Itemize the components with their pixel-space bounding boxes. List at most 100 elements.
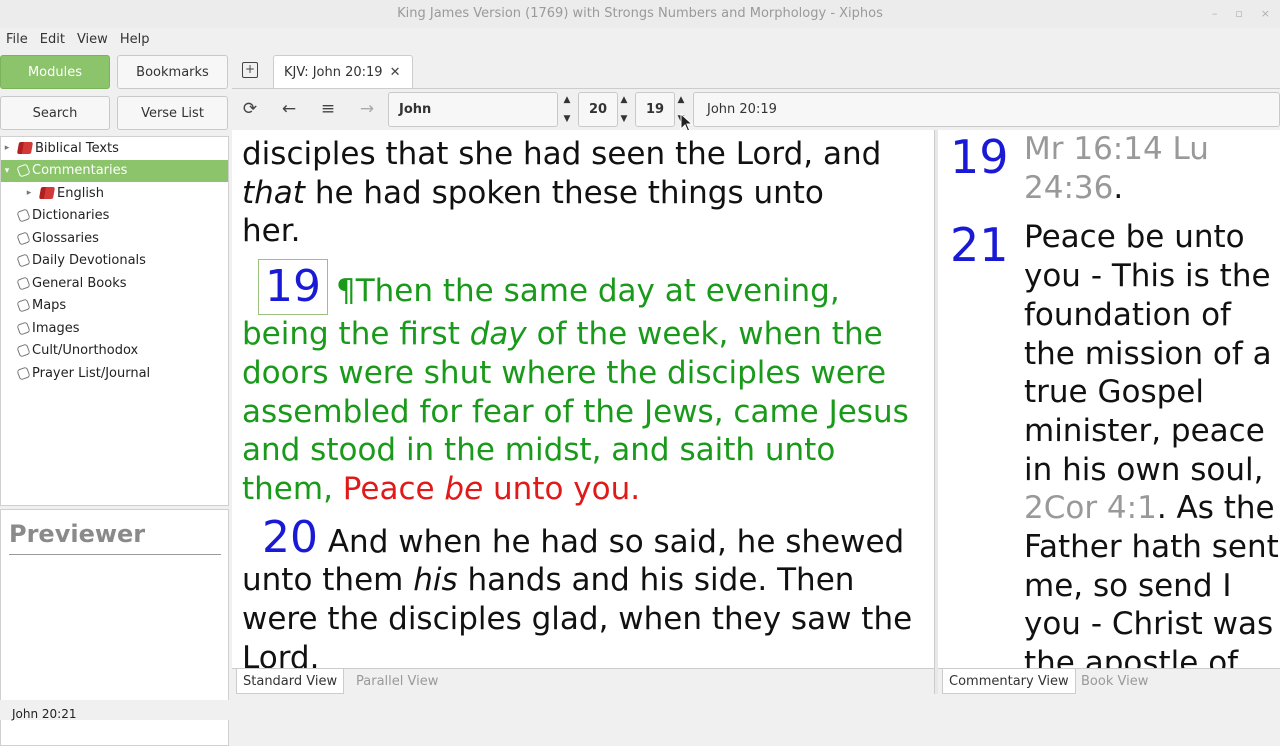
commentary-view-tabs: Commentary View Book View: [938, 668, 1280, 694]
tree-item-label: Daily Devotionals: [32, 253, 146, 269]
commentary-line: foundation of: [1024, 296, 1231, 333]
expand-icon[interactable]: ▸: [1, 143, 13, 153]
commentary-line: me, so send I: [1024, 567, 1232, 604]
tree-item-dictionaries[interactable]: Dictionaries: [1, 205, 228, 228]
verse-number-20[interactable]: 20: [262, 512, 318, 563]
folder-icon: [16, 276, 31, 291]
book-icon: [16, 142, 34, 155]
reference-input[interactable]: John 20:19: [693, 92, 1280, 127]
commentary-line: in his own soul,: [1024, 451, 1264, 488]
book-field[interactable]: John: [388, 92, 558, 127]
commentary-line: Father hath sent: [1024, 529, 1279, 566]
commentary-line: the apostle of: [1024, 645, 1239, 668]
folder-icon: [16, 208, 31, 223]
up-icon[interactable]: ▲: [564, 93, 571, 107]
window-controls: – ▫ ×: [1212, 0, 1270, 28]
commentary-line: true Gospel: [1024, 374, 1204, 411]
punctuation: .: [1113, 169, 1124, 206]
tab-book-view[interactable]: Book View: [1075, 669, 1154, 694]
window-title: King James Version (1769) with Strongs N…: [397, 6, 883, 21]
commentary-line: minister, peace: [1024, 412, 1265, 449]
verse-number-19[interactable]: 19: [258, 259, 328, 316]
tab-commentary-view[interactable]: Commentary View: [942, 669, 1076, 694]
tree-item-label: Prayer List/Journal: [32, 365, 151, 381]
tree-item-label: English: [57, 185, 104, 201]
up-icon[interactable]: ▲: [621, 93, 628, 107]
tab-kjv-john[interactable]: KJV: John 20:19 ✕: [273, 55, 413, 88]
close-tab-icon[interactable]: ✕: [390, 65, 401, 80]
cross-reference-link[interactable]: 2Cor 4:1: [1024, 490, 1157, 526]
tab-parallel-view[interactable]: Parallel View: [350, 669, 444, 694]
refresh-icon[interactable]: ⟳: [239, 98, 261, 120]
verse-19[interactable]: 19 ¶Then the same day at evening, being t…: [242, 259, 934, 509]
tree-item-label: Cult/Unorthodox: [32, 343, 139, 359]
verse-list-button[interactable]: Verse List: [117, 96, 228, 130]
folder-icon: [16, 298, 31, 313]
verse-text: he had spoken these things unto: [304, 174, 824, 211]
verse-20[interactable]: 20 And when he had so said, he shewed un…: [242, 515, 934, 668]
folder-icon: [16, 321, 31, 336]
tree-item-label: Images: [32, 320, 80, 336]
bookmarks-button[interactable]: Bookmarks: [117, 55, 228, 89]
tree-item-label: General Books: [32, 275, 127, 291]
cross-reference-link[interactable]: Mr 16:14 Lu: [1024, 130, 1280, 169]
verse-text: And when he had so said, he shewed unto …: [242, 523, 913, 668]
cross-reference-link[interactable]: 24:36: [1024, 170, 1113, 206]
forward-arrow-icon[interactable]: →: [356, 98, 378, 120]
window-titlebar: King James Version (1769) with Strongs N…: [0, 0, 1280, 28]
minimize-icon[interactable]: –: [1212, 0, 1218, 28]
search-button[interactable]: Search: [0, 96, 110, 130]
book-spinner[interactable]: ▲ ▼: [561, 93, 573, 126]
chapter-spinner[interactable]: ▲ ▼: [618, 93, 630, 126]
tree-item-cult-unorthodox[interactable]: Cult/Unorthodox: [1, 340, 228, 363]
close-window-icon[interactable]: ×: [1261, 0, 1270, 28]
tree-item-daily-devotionals[interactable]: Daily Devotionals: [1, 250, 228, 273]
menu-bar: File Edit View Help: [0, 28, 1280, 50]
commentary-entry-21: 21 Peace be unto you - This is the found…: [938, 218, 1280, 668]
commentary-verse-number[interactable]: 21: [950, 222, 1009, 268]
maximize-icon[interactable]: ▫: [1235, 0, 1242, 28]
tree-item-english[interactable]: ▸ English: [1, 182, 228, 205]
folder-icon: [16, 366, 31, 381]
menu-edit[interactable]: Edit: [34, 32, 71, 47]
down-icon[interactable]: ▼: [564, 112, 571, 126]
commentary-line: the mission of a: [1024, 335, 1272, 372]
tree-item-label: Glossaries: [32, 230, 99, 246]
bible-text-pane: disciples that she had seen the Lord, an…: [232, 130, 934, 668]
menu-file[interactable]: File: [0, 32, 34, 47]
previewer-title: Previewer: [9, 520, 221, 555]
menu-view[interactable]: View: [71, 32, 114, 47]
history-menu-icon[interactable]: ≡: [317, 98, 339, 120]
collapse-icon[interactable]: ▾: [1, 166, 13, 176]
tree-item-commentaries[interactable]: ▾ Commentaries: [1, 159, 228, 182]
commentary-verse-number[interactable]: 19: [950, 134, 1009, 180]
book-icon: [38, 187, 56, 200]
commentary-entry-19: 19 Mr 16:14 Lu 24:36.: [938, 130, 1280, 207]
status-bar: John 20:21: [0, 700, 1280, 721]
tree-item-biblical-texts[interactable]: ▸ Biblical Texts: [1, 137, 228, 160]
tab-standard-view[interactable]: Standard View: [236, 669, 345, 694]
verse-field[interactable]: 19: [635, 92, 675, 127]
sidebar: Modules Bookmarks Search Verse List ▸ Bi…: [0, 52, 232, 746]
tree-item-general-books[interactable]: General Books: [1, 272, 228, 295]
tab-label: KJV: John 20:19: [284, 64, 383, 80]
tab-bar: + KJV: John 20:19 ✕: [232, 52, 1280, 88]
status-text: John 20:21: [12, 707, 77, 721]
commentary-line: . As the: [1156, 490, 1275, 527]
modules-button[interactable]: Modules: [0, 55, 110, 89]
tree-item-images[interactable]: Images: [1, 317, 228, 340]
tree-item-glossaries[interactable]: Glossaries: [1, 227, 228, 250]
tree-item-prayer-list[interactable]: Prayer List/Journal: [1, 362, 228, 385]
words-of-christ: Peace be unto you.: [342, 470, 641, 507]
folder-icon: [16, 163, 31, 178]
tree-item-label: Biblical Texts: [35, 140, 119, 156]
up-icon[interactable]: ▲: [678, 93, 685, 107]
down-icon[interactable]: ▼: [621, 112, 628, 126]
menu-help[interactable]: Help: [114, 32, 156, 47]
commentary-line: you - This is the: [1024, 258, 1271, 295]
back-arrow-icon[interactable]: ←: [278, 98, 300, 120]
expand-icon[interactable]: ▸: [23, 188, 35, 198]
chapter-field[interactable]: 20: [578, 92, 618, 127]
new-tab-icon[interactable]: +: [242, 62, 258, 78]
tree-item-maps[interactable]: Maps: [1, 295, 228, 318]
